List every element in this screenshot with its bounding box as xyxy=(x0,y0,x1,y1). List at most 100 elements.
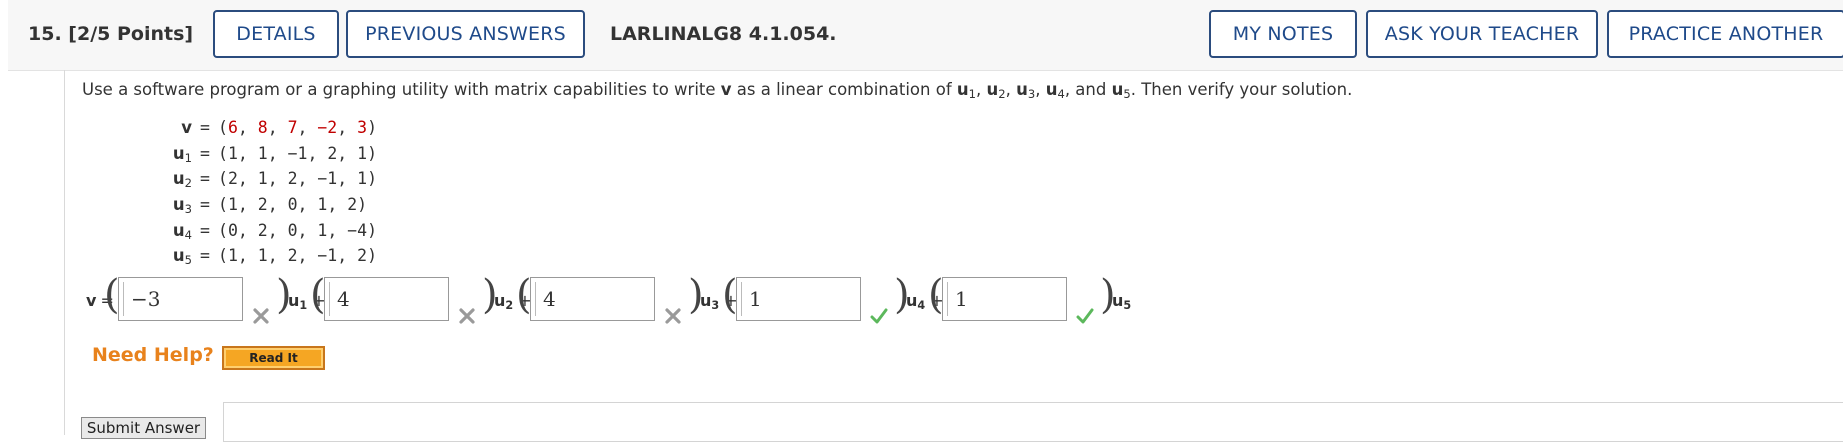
vector-component: 3 xyxy=(357,118,368,137)
vector-component: 1 xyxy=(227,143,238,163)
vector-definitions: v =(6, 8, 7, −2, 3) u1 =(1, 1, −1, 2, 1) u2 =… xyxy=(140,115,377,269)
practice-another-button[interactable]: PRACTICE ANOTHER xyxy=(1607,10,1843,58)
coefficient-value: −3 xyxy=(131,287,161,311)
vector-sep: , xyxy=(237,169,258,189)
vector-sep: , xyxy=(267,220,288,240)
vector-row: u2 =(2, 1, 2, −1, 1) xyxy=(140,166,377,192)
vector-sep: , xyxy=(337,169,358,189)
vector-close-paren: ) xyxy=(367,143,377,163)
coefficient-input-u2[interactable]: 4 xyxy=(324,277,449,321)
vector-name-sub: 5 xyxy=(184,253,192,268)
answer-lhs-v: v xyxy=(86,291,97,310)
prompt-text: as a linear combination of xyxy=(731,80,957,99)
vector-component: 2 xyxy=(257,220,268,240)
question-number-text: 15. xyxy=(28,23,62,45)
details-button[interactable]: DETAILS xyxy=(213,10,339,58)
correct-check-icon xyxy=(1076,308,1094,324)
vector-row: u4 = (0, 2, 0, 1, −4) xyxy=(140,218,377,244)
vector-sep: , xyxy=(337,246,358,266)
vector-row: u5 = (1, 1, 2, −1, 2) xyxy=(140,243,377,269)
vector-open-paren: ( xyxy=(218,195,228,215)
vector-close-paren: ) xyxy=(367,169,377,189)
vector-close-paren: ) xyxy=(357,195,368,215)
points-badge: [2/5 Points] xyxy=(68,23,194,45)
vector-eq: = xyxy=(200,246,210,266)
my-notes-button[interactable]: MY NOTES xyxy=(1209,10,1357,58)
vector-name: u1 xyxy=(140,141,192,167)
basis-vector-letter: u xyxy=(288,291,300,310)
vector-name: u3 xyxy=(140,192,192,218)
coefficient-value: 4 xyxy=(543,287,556,311)
vector-sep: , xyxy=(237,246,258,266)
basis-vector-sub: 5 xyxy=(1123,298,1132,312)
prompt-u3: u xyxy=(1016,80,1028,99)
vector-sep: , xyxy=(297,220,318,240)
prompt-u2-sub: 2 xyxy=(998,86,1006,101)
vector-component: 2 xyxy=(287,169,298,189)
coefficient-input-u1[interactable]: −3 xyxy=(118,277,243,321)
coefficient-input-u5[interactable]: 1 xyxy=(942,277,1067,321)
vector-sep: , xyxy=(267,195,288,215)
vector-eq: = xyxy=(200,118,210,137)
vector-sep: , xyxy=(267,246,288,266)
vector-name-letter: u xyxy=(172,143,185,163)
vector-name-sub: 2 xyxy=(184,176,192,191)
vector-name-sub: 3 xyxy=(184,201,192,216)
basis-vector-letter: u xyxy=(494,291,506,310)
vector-sep: , xyxy=(237,220,258,240)
vector-open-paren: ( xyxy=(218,118,228,137)
basis-vector-label: u5 xyxy=(1112,291,1131,312)
vector-name-letter: u xyxy=(172,169,185,189)
vector-sep: , xyxy=(267,118,288,137)
vector-open-paren: ( xyxy=(218,246,228,266)
vector-component: 0 xyxy=(287,195,298,215)
vector-component: 1 xyxy=(257,143,268,163)
basis-vector-sub: 3 xyxy=(711,298,720,312)
read-it-button[interactable]: Read It xyxy=(222,346,325,370)
vector-component: 7 xyxy=(287,118,298,137)
coefficient-input-u3[interactable]: 4 xyxy=(530,277,655,321)
vector-row: v = (6, 8, 7, −2, 3) xyxy=(140,115,377,141)
vector-open-paren: ( xyxy=(218,143,228,163)
vector-name-letter: u xyxy=(172,220,185,240)
vector-eq: = xyxy=(200,195,210,215)
prompt-sep: , and xyxy=(1064,80,1112,99)
prompt-u4: u xyxy=(1045,80,1058,99)
vector-name: u4 xyxy=(140,218,192,244)
vector-sep: , xyxy=(337,143,358,163)
vector-component: −1 xyxy=(317,169,338,189)
vector-component: 1 xyxy=(257,246,268,266)
vector-component: 1 xyxy=(227,246,238,266)
answer-equation: v = (−3) u1 +(4) u2 +(4) u3 +(1) u4 +(1) u5 xyxy=(86,275,1386,327)
ask-your-teacher-button[interactable]: ASK YOUR TEACHER xyxy=(1366,10,1598,58)
vector-eq: = xyxy=(200,220,210,240)
vector-sep: , xyxy=(267,143,288,163)
incorrect-x-icon xyxy=(459,308,475,324)
vector-name: u2 xyxy=(140,166,192,192)
vector-sep: , xyxy=(327,195,348,215)
incorrect-x-icon xyxy=(665,308,681,324)
vector-component: 1 xyxy=(357,143,368,163)
vector-name-letter: v xyxy=(181,118,192,137)
prompt-v: v xyxy=(720,80,732,99)
vector-sep: , xyxy=(297,169,318,189)
incorrect-x-icon xyxy=(253,308,269,324)
basis-vector-letter: u xyxy=(1112,291,1124,310)
correct-check-icon xyxy=(870,308,888,324)
submit-answer-button[interactable]: Submit Answer xyxy=(81,417,206,439)
prompt-text: . Then verify your solution. xyxy=(1130,80,1353,99)
vector-name-sub: 4 xyxy=(184,227,192,242)
vector-component: −1 xyxy=(317,246,338,266)
coefficient-input-u4[interactable]: 1 xyxy=(736,277,861,321)
prompt-text: Use a software program or a graphing uti… xyxy=(82,80,721,99)
previous-answers-button[interactable]: PREVIOUS ANSWERS xyxy=(346,10,585,58)
coefficient-value: 1 xyxy=(955,287,968,311)
vector-sep: , xyxy=(337,118,358,137)
basis-vector-letter: u xyxy=(906,291,918,310)
vector-component: −1 xyxy=(287,143,308,163)
vector-component: −4 xyxy=(347,220,368,240)
need-help-label: Need Help? xyxy=(92,344,214,366)
vector-sep: , xyxy=(237,195,258,215)
vector-component: 1 xyxy=(357,169,368,189)
basis-vector-letter: u xyxy=(700,291,712,310)
